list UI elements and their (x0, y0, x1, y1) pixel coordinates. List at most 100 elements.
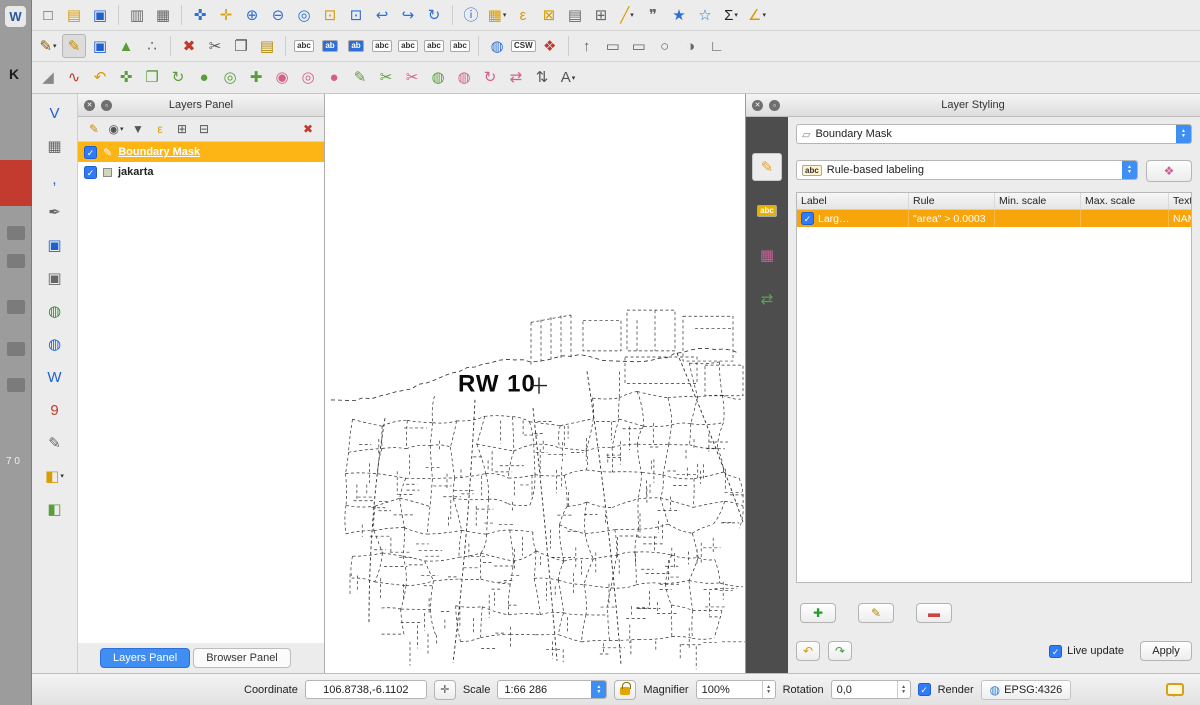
copy-features-icon[interactable]: ❐ (229, 34, 253, 58)
add-ellipse-icon[interactable]: ○ (653, 34, 677, 58)
add-oracle-layer-icon[interactable]: 9 (41, 397, 69, 423)
metasearch-icon[interactable]: ◍ (485, 34, 509, 58)
add-part-icon[interactable]: ✚ (244, 66, 268, 90)
coordinate-input[interactable]: 106.8738,-6.1102 (305, 680, 427, 699)
delete-part-icon[interactable]: ● (322, 66, 346, 90)
column-text[interactable]: Text (1169, 193, 1192, 209)
plugin-tool-icon[interactable]: ❖ (538, 34, 562, 58)
live-update-checkbox[interactable] (1049, 645, 1062, 658)
label-rotate-icon[interactable]: abc (422, 34, 446, 58)
offset-point-icon[interactable]: ↑ (575, 34, 599, 58)
close-panel-icon[interactable] (752, 100, 763, 111)
manage-map-themes-icon[interactable]: ◉▾ (105, 119, 127, 139)
column-rule[interactable]: Rule (909, 193, 995, 209)
merge-attributes-icon[interactable]: ◍ (452, 66, 476, 90)
pan-map-icon[interactable]: ✜ (188, 3, 212, 27)
diagrams-tab-icon[interactable]: ▦ (752, 241, 782, 269)
add-vector-layer-icon[interactable]: V (41, 100, 69, 126)
select-by-expression-icon[interactable]: ε (511, 3, 535, 27)
rule-checkbox[interactable] (801, 212, 814, 225)
new-bookmark-icon[interactable]: ★ (667, 3, 691, 27)
add-rectangle-3pt-icon[interactable]: ▭ (627, 34, 651, 58)
layer-visibility-checkbox[interactable] (84, 166, 97, 179)
add-rule-icon[interactable]: ✚ (800, 603, 836, 623)
deselect-all-icon[interactable]: ⊠ (537, 3, 561, 27)
new-geopackage-layer-icon[interactable]: ◧ (41, 496, 69, 522)
expand-all-icon[interactable]: ⊞ (171, 119, 193, 139)
identify-features-icon[interactable]: ⓘ (459, 3, 483, 27)
new-shapefile-layer-icon[interactable]: ◧▾ (41, 463, 69, 489)
redo-icon[interactable]: ↷ (828, 641, 852, 661)
spinner-arrows-icon[interactable] (762, 681, 775, 698)
delete-ring-icon[interactable]: ◎ (296, 66, 320, 90)
add-delimited-text-layer-icon[interactable]: , (41, 166, 69, 192)
open-project-icon[interactable]: ▤ (62, 3, 86, 27)
map-canvas-drawing[interactable]: RW 10RW 10 (325, 94, 745, 673)
labels-tab-icon[interactable]: abc (752, 197, 782, 225)
refresh-map-icon[interactable]: ↻ (422, 3, 446, 27)
open-attribute-table-icon[interactable]: ▤ (563, 3, 587, 27)
delete-selected-icon[interactable]: ✖ (177, 34, 201, 58)
zoom-last-icon[interactable]: ↩ (370, 3, 394, 27)
render-checkbox[interactable] (918, 683, 931, 696)
zoom-to-selection-icon[interactable]: ⊡ (318, 3, 342, 27)
symbology-tab-icon[interactable]: ✎ (752, 153, 782, 181)
cad-tools-icon[interactable]: ◢ (36, 66, 60, 90)
edit-rule-icon[interactable]: ✎ (858, 603, 894, 623)
merge-features-icon[interactable]: ◍ (426, 66, 450, 90)
pan-to-selection-icon[interactable]: ✛ (214, 3, 238, 27)
zoom-next-icon[interactable]: ↪ (396, 3, 420, 27)
composer-manager-icon[interactable]: ▦ (151, 3, 175, 27)
current-edits-icon[interactable]: ✎▾ (36, 34, 60, 58)
float-panel-icon[interactable] (101, 100, 112, 111)
undo-icon[interactable]: ↶ (796, 641, 820, 661)
add-mssql-layer-icon[interactable]: ▣ (41, 265, 69, 291)
history-tab-icon[interactable]: ⇄ (752, 285, 782, 313)
map-canvas[interactable]: RW 10RW 10 (325, 94, 745, 673)
measure-angle-icon[interactable]: ∠▾ (745, 3, 769, 27)
remove-layer-icon[interactable]: ✖ (297, 119, 319, 139)
align-features-icon[interactable]: ⇅ (530, 66, 554, 90)
rotate-feature-icon[interactable]: ↻ (166, 66, 190, 90)
rule-row[interactable]: Larg… "area" > 0.0003 NAM (797, 210, 1192, 227)
layer-visibility-checkbox[interactable] (84, 146, 97, 159)
rotation-input[interactable]: 0,0 (831, 680, 911, 699)
map-tips-icon[interactable]: ❞ (641, 3, 665, 27)
rotate-point-symbols-icon[interactable]: ↻ (478, 66, 502, 90)
tab-layers-panel[interactable]: Layers Panel (100, 648, 190, 668)
statistical-summary-icon[interactable]: Σ▾ (719, 3, 743, 27)
add-wcs-layer-icon[interactable]: ◍ (41, 331, 69, 357)
tab-browser-panel[interactable]: Browser Panel (193, 648, 291, 668)
add-rectangle-icon[interactable]: ▭ (601, 34, 625, 58)
move-feature-icon[interactable]: ✜ (114, 66, 138, 90)
spinner-arrows-icon[interactable] (897, 681, 910, 698)
reshape-features-icon[interactable]: ✎ (348, 66, 372, 90)
float-panel-icon[interactable] (769, 100, 780, 111)
tracing-icon[interactable]: ∿ (62, 66, 86, 90)
combo-stepper-icon[interactable] (1122, 161, 1137, 179)
add-feature-icon[interactable]: ▲ (114, 34, 138, 58)
layer-tree[interactable]: Boundary Mask jakarta (78, 142, 324, 643)
open-styling-dock-icon[interactable]: ✎ (83, 119, 105, 139)
cut-features-icon[interactable]: ✂ (203, 34, 227, 58)
zoom-full-icon[interactable]: ◎ (292, 3, 316, 27)
label-properties-icon[interactable]: abc (448, 34, 472, 58)
combo-stepper-icon[interactable] (1176, 125, 1191, 143)
rule-settings-button[interactable] (1146, 160, 1192, 182)
save-layer-edits-icon[interactable]: ▣ (88, 34, 112, 58)
zoom-in-icon[interactable]: ⊕ (240, 3, 264, 27)
split-features-icon[interactable]: ✂ (374, 66, 398, 90)
zoom-out-icon[interactable]: ⊖ (266, 3, 290, 27)
field-calculator-icon[interactable]: ⊞ (589, 3, 613, 27)
add-spatialite-layer-icon[interactable]: ✒ (41, 199, 69, 225)
layer-row-jakarta[interactable]: jakarta (78, 162, 324, 182)
log-messages-button[interactable] (1166, 683, 1184, 696)
save-project-icon[interactable]: ▣ (88, 3, 112, 27)
column-max-scale[interactable]: Max. scale (1081, 193, 1169, 209)
magnifier-input[interactable]: 100% (696, 680, 776, 699)
label-show-hide-icon[interactable]: abc (370, 34, 394, 58)
filter-by-expression-icon[interactable]: ε (149, 119, 171, 139)
add-circle-icon[interactable]: ◑ (679, 34, 703, 58)
mouse-position-button[interactable] (434, 680, 456, 700)
collapse-all-icon[interactable]: ⊟ (193, 119, 215, 139)
